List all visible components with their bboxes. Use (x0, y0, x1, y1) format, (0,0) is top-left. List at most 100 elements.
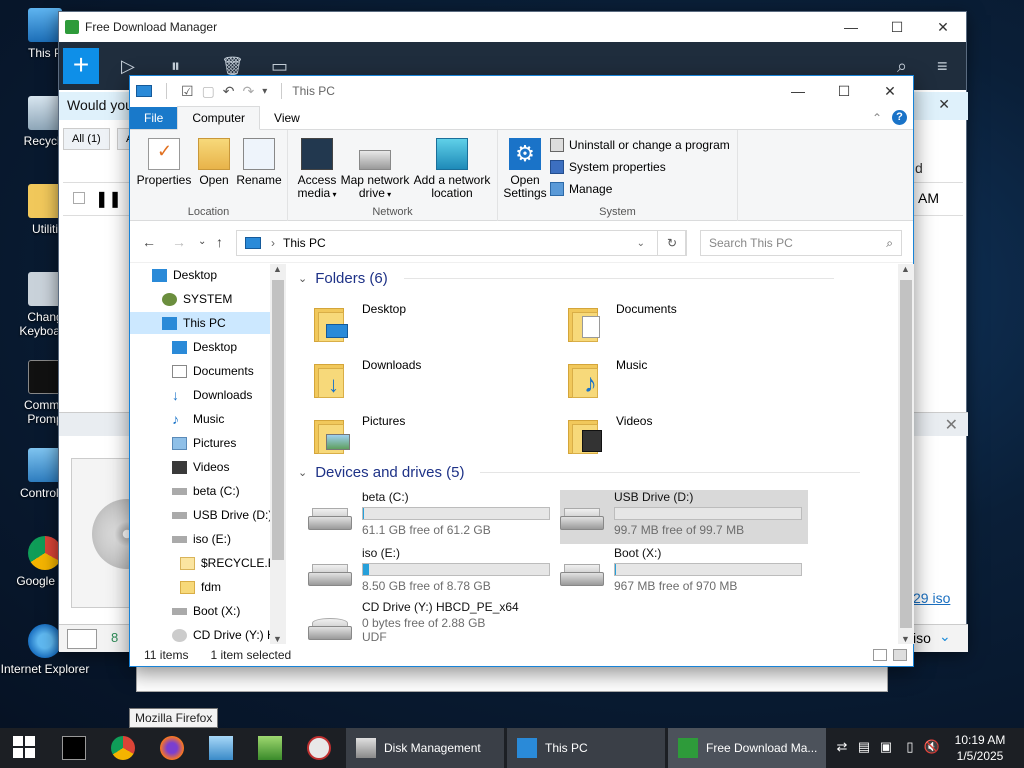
folder-music[interactable]: ♪ Music (568, 358, 647, 398)
open-button[interactable]: Open (194, 138, 234, 187)
folder-icon[interactable]: ▭ (271, 56, 293, 76)
search-input[interactable]: Search This PC ⌕ (700, 230, 902, 256)
volume-muted-icon[interactable]: 🔇 (923, 739, 941, 757)
tab-file[interactable]: File (130, 107, 178, 129)
tool-taskbar-icon[interactable] (307, 736, 331, 760)
nav-scrollbar[interactable]: ▲ ▼ (270, 264, 286, 644)
add-download-button[interactable]: + (63, 48, 99, 84)
drive-iso-e[interactable]: iso (E:) 8.50 GB free of 8.78 GB (308, 546, 554, 600)
new-folder-quick-icon[interactable]: ▢ (202, 83, 215, 100)
properties-button[interactable]: ✓ Properties (136, 138, 192, 187)
add-network-location-button[interactable]: Add a network location (412, 138, 492, 200)
maximize-icon[interactable]: ☐ (874, 19, 920, 36)
taskbar-clock[interactable]: 10:19 AM 1/5/2025 (947, 732, 1013, 764)
breadcrumb[interactable]: This PC (283, 236, 326, 250)
nav-item-iso-e[interactable]: iso (E:) (172, 528, 231, 550)
content-scrollbar[interactable]: ▲ ▼ (898, 264, 914, 644)
close-icon[interactable]: ✕ (920, 19, 966, 36)
address-bar[interactable]: › This PC ⌄ (236, 230, 686, 256)
speed-mode-icon[interactable] (67, 629, 97, 649)
uninstall-program-button[interactable]: Uninstall or change a program (550, 138, 730, 152)
nav-item-downloads[interactable]: ↓ Downloads (172, 384, 252, 406)
nav-item-usb-drive-d[interactable]: USB Drive (D:) (172, 504, 272, 526)
system-properties-button[interactable]: System properties (550, 160, 666, 174)
nav-item-desktop[interactable]: Desktop (172, 336, 237, 358)
section-folders[interactable]: ⌄ Folders (6) (298, 270, 834, 287)
search-icon[interactable]: ⌕ (897, 56, 919, 76)
open-settings-button[interactable]: ⚙ Open Settings (502, 138, 548, 200)
pause-icon[interactable]: ❚❚ (95, 189, 122, 209)
nav-item-cd-drive-y[interactable]: CD Drive (Y:) H (172, 624, 276, 644)
firefox-taskbar-icon[interactable] (160, 736, 184, 760)
chevron-down-icon[interactable]: ⌄ (637, 238, 645, 249)
menu-icon[interactable]: ≡ (937, 56, 959, 76)
back-arrow-icon[interactable]: ← (142, 234, 156, 250)
tab-computer[interactable]: Computer (177, 106, 261, 130)
chevron-down-icon[interactable]: ⌄ (939, 628, 951, 645)
scroll-up-icon[interactable]: ▲ (901, 264, 910, 274)
start-button[interactable] (13, 736, 37, 760)
taskbar-window-disk-management[interactable]: Disk Management (346, 728, 504, 768)
folder-pictures[interactable]: Pictures (314, 414, 405, 454)
chevron-down-icon[interactable]: ⌄ (298, 272, 307, 285)
minimize-icon[interactable]: — (775, 83, 821, 100)
folder-videos[interactable]: Videos (568, 414, 652, 454)
section-devices-drives[interactable]: ⌄ Devices and drives (5) (298, 464, 861, 481)
network-tray-icon[interactable]: ⇄ (833, 739, 851, 757)
redo-icon[interactable]: ↷ (243, 83, 255, 100)
nav-item-boot-x[interactable]: Boot (X:) (172, 600, 240, 622)
folder-documents[interactable]: Documents (568, 302, 677, 342)
nav-item-desktop-root[interactable]: Desktop (152, 264, 217, 286)
map-network-drive-button[interactable]: Map network drive ▾ (340, 138, 410, 201)
breadcrumb-chevron-icon[interactable]: › (271, 236, 275, 250)
play-icon[interactable]: ▷ (121, 56, 143, 76)
taskbar-window-this-pc[interactable]: This PC (507, 728, 665, 768)
details-view-icon[interactable] (873, 649, 887, 661)
display-tray-icon[interactable]: ▤ (855, 739, 873, 757)
rename-button[interactable]: Rename (236, 138, 282, 187)
usb-tray-icon[interactable]: ▯ (901, 739, 919, 757)
large-icons-view-icon[interactable] (893, 649, 907, 661)
folder-downloads[interactable]: ↓ Downloads (314, 358, 421, 398)
drive-cd-y[interactable]: CD Drive (Y:) HBCD_PE_x64 0 bytes free o… (308, 600, 554, 644)
drive-usb-d[interactable]: USB Drive (D:) 99.7 MB free of 99.7 MB (560, 490, 808, 544)
tab-all[interactable]: All (1) (63, 128, 110, 150)
tab-view[interactable]: View (260, 107, 314, 129)
nav-item-system[interactable]: SYSTEM (162, 288, 232, 310)
help-icon[interactable]: ? (892, 110, 907, 125)
drive-boot-x[interactable]: Boot (X:) 967 MB free of 970 MB (560, 546, 808, 600)
scrollbar-thumb[interactable] (272, 280, 284, 560)
close-icon[interactable]: ✕ (945, 415, 958, 435)
chart-app-taskbar-icon[interactable] (258, 736, 282, 760)
forward-arrow-icon[interactable]: → (172, 234, 186, 250)
pause-icon[interactable]: ⏸ (171, 56, 193, 76)
properties-quick-icon[interactable]: ☑ (181, 83, 194, 100)
scroll-down-icon[interactable]: ▼ (901, 634, 910, 644)
drive-beta-c[interactable]: beta (C:) 61.1 GB free of 61.2 GB (308, 490, 554, 544)
search-icon[interactable]: ⌕ (886, 236, 893, 251)
chevron-down-icon[interactable]: ⌄ (298, 466, 307, 479)
refresh-button[interactable]: ↻ (657, 230, 687, 256)
nav-item-videos[interactable]: Videos (172, 456, 229, 478)
up-arrow-icon[interactable]: ↑ (216, 234, 223, 250)
row-checkbox[interactable] (73, 192, 85, 204)
color-tray-icon[interactable]: ▣ (877, 739, 895, 757)
nav-item-this-pc[interactable]: This PC (130, 312, 270, 334)
folder-desktop[interactable]: Desktop (314, 302, 406, 342)
recent-locations-icon[interactable]: ⌄ (198, 236, 206, 247)
minimize-icon[interactable]: — (828, 19, 874, 36)
chrome-taskbar-icon[interactable] (111, 736, 135, 760)
close-icon[interactable]: ✕ (867, 83, 913, 100)
app-taskbar-icon[interactable] (209, 736, 233, 760)
taskbar-window-fdm[interactable]: Free Download Ma... (668, 728, 826, 768)
scroll-up-icon[interactable]: ▲ (273, 264, 282, 274)
maximize-icon[interactable]: ☐ (821, 83, 867, 100)
manage-button[interactable]: Manage (550, 182, 612, 196)
nav-item-beta-c[interactable]: beta (C:) (172, 480, 240, 502)
delete-icon[interactable]: 🗑 (221, 56, 244, 76)
nav-item-fdm[interactable]: fdm (180, 576, 221, 598)
access-media-button[interactable]: Access media ▾ (294, 138, 340, 201)
nav-item-music[interactable]: ♪ Music (172, 408, 224, 430)
fdm-file-link[interactable]: 29 iso (913, 590, 950, 606)
scroll-down-icon[interactable]: ▼ (273, 634, 282, 644)
